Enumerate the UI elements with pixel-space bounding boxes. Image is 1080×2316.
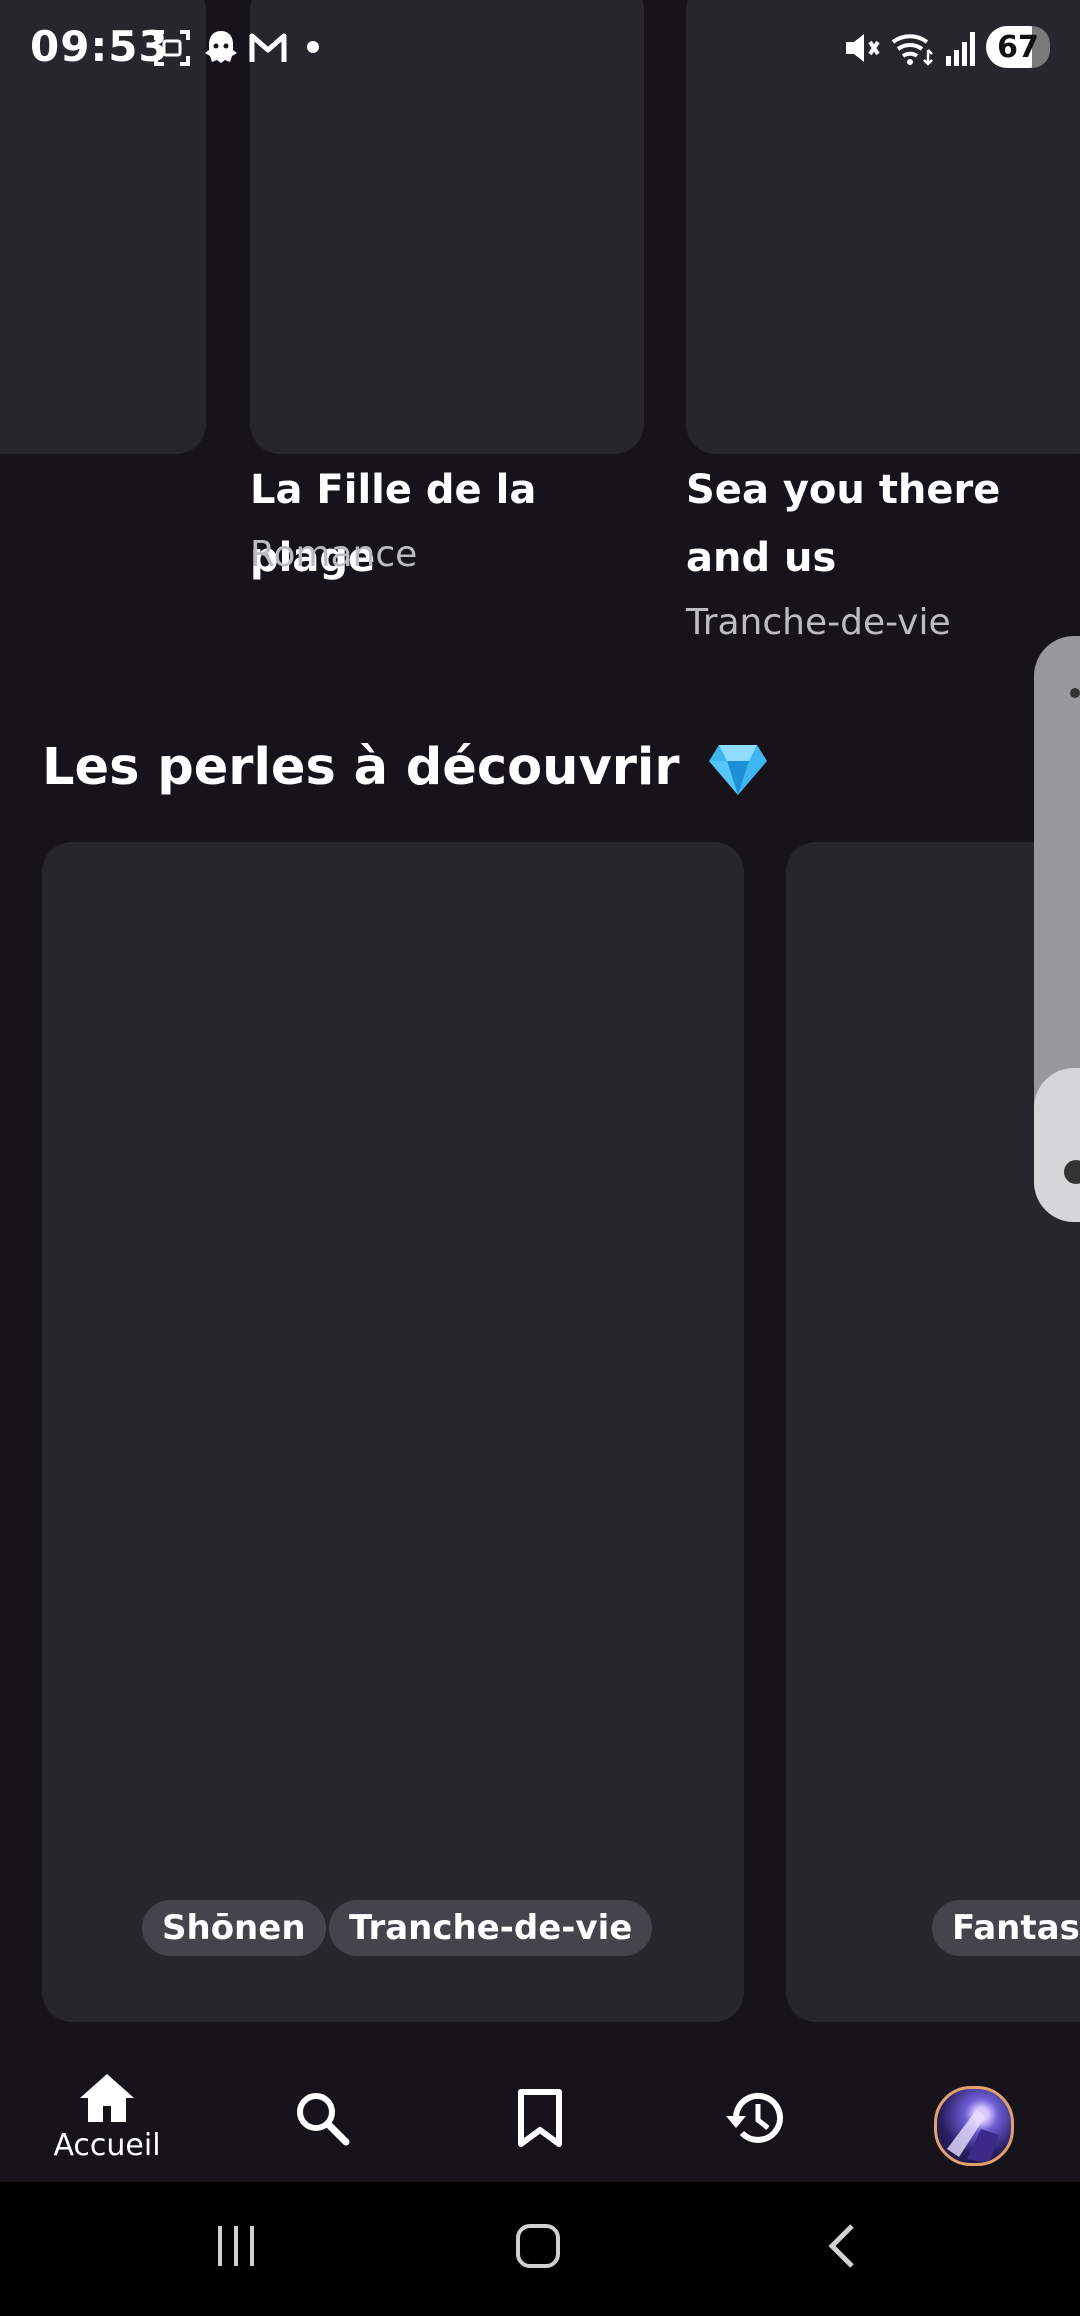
card-genre: Tranche-de-vie — [686, 602, 951, 643]
bottom-nav: Accueil — [0, 2052, 1080, 2180]
home-icon — [80, 2074, 134, 2122]
back-icon[interactable] — [822, 2222, 862, 2270]
status-time: 09:53 — [30, 22, 169, 71]
avatar — [947, 2109, 999, 2163]
gem-icon — [709, 745, 768, 795]
search-icon — [297, 2093, 350, 2146]
music-note-icon — [1064, 1160, 1080, 1184]
nav-search[interactable] — [276, 2052, 368, 2180]
genre-tag: Shōnen — [142, 1900, 326, 1956]
nav-home[interactable]: Accueil — [52, 2052, 162, 2180]
genre-tag: Tranche-de-vie — [329, 1900, 653, 1956]
recent-apps-icon[interactable] — [212, 2222, 260, 2270]
profile-avatar[interactable] — [934, 2086, 1014, 2166]
signal-icon — [946, 32, 975, 66]
card-title[interactable]: Sea you there and us — [686, 456, 1080, 592]
snapchat-icon — [205, 31, 237, 63]
dot-icon — [307, 41, 319, 53]
player-dot — [1070, 688, 1080, 698]
battery-icon: 67 — [986, 26, 1050, 68]
history-icon — [726, 2092, 783, 2143]
nav-bookmarks[interactable] — [494, 2052, 586, 2180]
wifi-icon — [891, 34, 933, 66]
section-title: Les perles à découvrir — [42, 738, 769, 797]
nav-home-label: Accueil — [53, 2128, 161, 2163]
floating-player-handle[interactable] — [1034, 636, 1080, 1222]
status-bar: 09:53 67 — [0, 0, 1080, 96]
card-genre: Romance — [250, 534, 418, 575]
system-nav-bar — [0, 2182, 1080, 2316]
nav-history[interactable] — [710, 2052, 802, 2180]
mute-icon — [846, 34, 880, 62]
genre-tag: Fantast — [932, 1900, 1080, 1956]
gem-card-1[interactable]: Shōnen Tranche-de-vie — [42, 842, 744, 2022]
home-button-icon[interactable] — [514, 2222, 562, 2270]
screenshot-icon — [154, 30, 190, 66]
battery-level: 67 — [997, 29, 1039, 65]
bookmark-icon — [518, 2089, 562, 2147]
gmail-icon — [249, 33, 287, 62]
section-title-text: Les perles à découvrir — [42, 738, 680, 797]
